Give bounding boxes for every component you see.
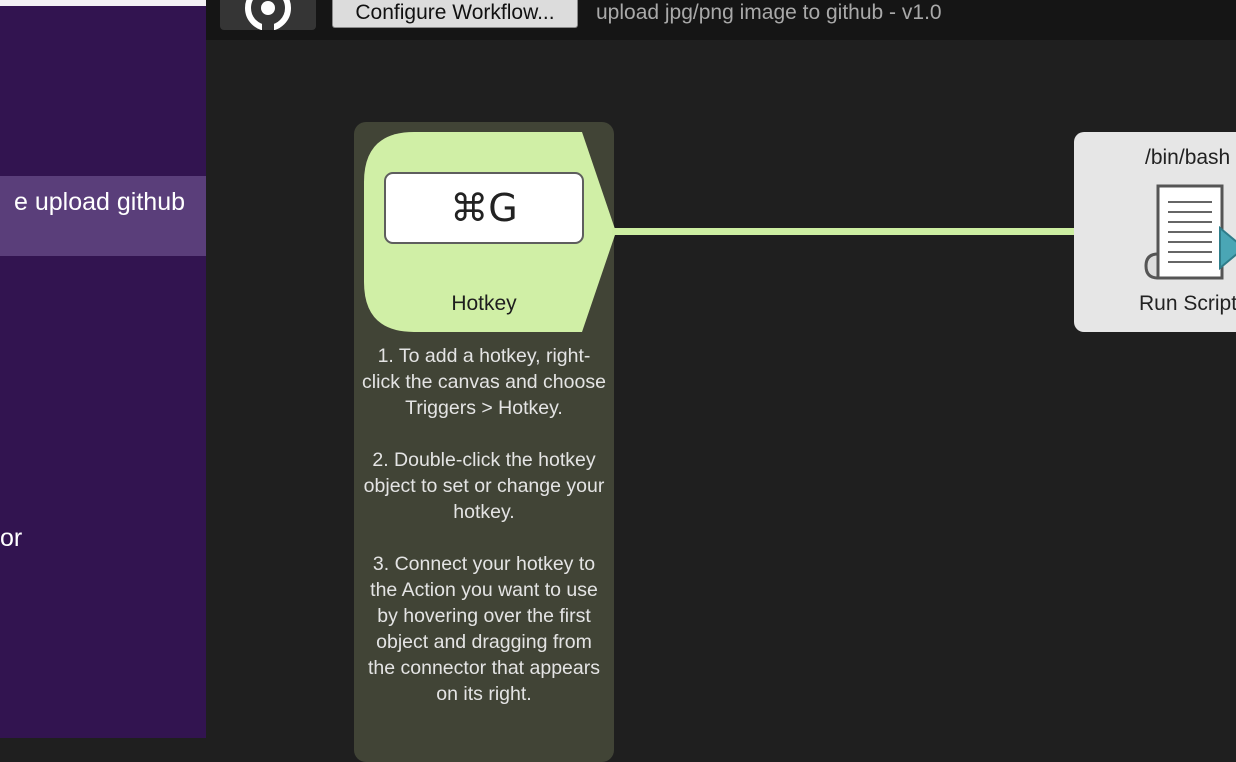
instruction-step-1: 1. To add a hotkey, right-click the canv… xyxy=(362,345,606,419)
sidebar-item-other[interactable]: or xyxy=(0,520,206,560)
script-document-icon xyxy=(1144,184,1236,280)
sidebar-top-strip xyxy=(0,0,206,6)
toolbar: Configure Workflow... upload jpg/png ima… xyxy=(206,0,1236,40)
instruction-step-2: 2. Double-click the hotkey object to set… xyxy=(363,449,605,523)
sidebar: e upload github or xyxy=(0,0,206,738)
configure-workflow-button[interactable]: Configure Workflow... xyxy=(332,0,578,28)
instruction-step-3: 3. Connect your hotkey to the Action you… xyxy=(368,553,600,705)
hotkey-label: Hotkey xyxy=(451,292,517,315)
sidebar-item-upload-github[interactable]: e upload github xyxy=(0,176,206,256)
sidebar-item-label: or xyxy=(0,524,23,552)
script-language: /bin/bash xyxy=(1145,146,1231,169)
run-script-node[interactable]: /bin/bash Run Script xyxy=(1074,132,1236,332)
workflow-icon-button[interactable] xyxy=(220,0,316,30)
sidebar-item-label: e upload github xyxy=(14,188,185,216)
hotkey-instructions: 1. To add a hotkey, right-click the canv… xyxy=(362,343,606,733)
workflow-title: upload jpg/png image to github - v1.0 xyxy=(596,1,942,24)
hotkey-key-display[interactable]: ⌘G xyxy=(384,172,584,244)
workflow-logo-icon xyxy=(245,0,291,30)
workflow-connector[interactable] xyxy=(612,228,1076,235)
run-script-label: Run Script xyxy=(1139,292,1236,315)
